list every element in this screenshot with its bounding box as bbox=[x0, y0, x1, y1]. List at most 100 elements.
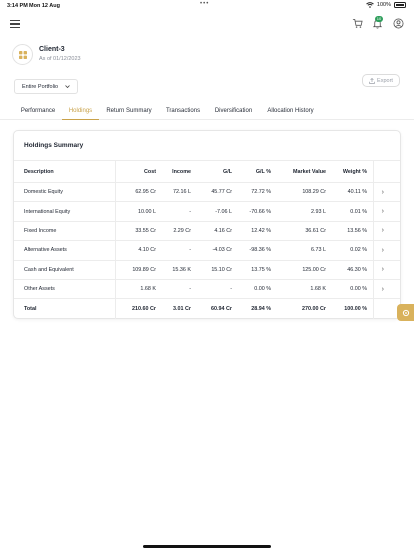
table-row[interactable]: Cash and Equivalent 109.89 Cr 15.36 K 15… bbox=[14, 259, 400, 279]
row-cost: 1.68 K bbox=[140, 286, 156, 293]
home-indicator bbox=[143, 545, 271, 548]
row-weight: 40.11 % bbox=[347, 189, 367, 196]
menu-icon[interactable] bbox=[10, 20, 20, 28]
notification-badge: 10 bbox=[375, 16, 383, 22]
row-gl-percent: -98.36 % bbox=[249, 247, 271, 254]
multitasking-dots-icon[interactable]: ••• bbox=[200, 1, 209, 7]
user-profile-icon[interactable] bbox=[393, 18, 404, 29]
row-gl: 15.10 Cr bbox=[211, 266, 232, 273]
row-description: Domestic Equity bbox=[24, 189, 63, 196]
floating-settings-button[interactable] bbox=[397, 304, 414, 321]
settings-icon bbox=[402, 309, 409, 316]
tab-allocation-history[interactable]: Allocation History bbox=[263, 102, 318, 120]
portfolio-dropdown[interactable]: Entire Portfolio bbox=[14, 79, 78, 94]
app-header: 10 bbox=[0, 12, 414, 36]
total-income: 3.01 Cr bbox=[173, 305, 191, 312]
row-gl: 45.77 Cr bbox=[211, 189, 232, 196]
holdings-summary-card: Holdings Summary Description Cost Income… bbox=[13, 130, 401, 319]
row-weight: 46.30 % bbox=[347, 266, 367, 273]
tab-return-summary[interactable]: Return Summary bbox=[103, 102, 155, 120]
row-income: - bbox=[189, 286, 191, 293]
col-header-cost: Cost bbox=[144, 168, 156, 175]
total-weight: 100.00 % bbox=[344, 305, 367, 312]
row-income: 15.36 K bbox=[172, 266, 191, 273]
battery-icon bbox=[394, 2, 406, 8]
row-gl-percent: 12.42 % bbox=[251, 227, 271, 234]
total-cost: 210.60 Cr bbox=[132, 305, 156, 312]
row-cost: 4.10 Cr bbox=[138, 247, 156, 254]
table-header-row: Description Cost Income G/L G/L % Market… bbox=[14, 160, 400, 182]
client-avatar bbox=[12, 44, 33, 65]
total-gl: 60.94 Cr bbox=[211, 305, 232, 312]
holdings-summary-title: Holdings Summary bbox=[24, 142, 84, 149]
row-description: Alternative Assets bbox=[24, 247, 67, 254]
client-as-of-date: As of 01/12/2023 bbox=[39, 56, 81, 62]
tab-diversification[interactable]: Diversification bbox=[210, 102, 257, 120]
tab-transactions[interactable]: Transactions bbox=[161, 102, 205, 120]
row-income: 72.16 L bbox=[173, 189, 191, 196]
row-gl-percent: 13.75 % bbox=[251, 266, 271, 273]
table-row[interactable]: Fixed Income 33.55 Cr 2.29 Cr 4.16 Cr 12… bbox=[14, 220, 400, 240]
row-market-value: 6.73 L bbox=[311, 247, 326, 254]
holdings-table: Description Cost Income G/L G/L % Market… bbox=[14, 160, 400, 318]
row-weight: 0.01 % bbox=[350, 208, 367, 215]
grid-icon bbox=[18, 50, 27, 59]
row-weight: 0.00 % bbox=[350, 286, 367, 293]
row-market-value: 108.29 Cr bbox=[302, 189, 326, 196]
status-bar: 3:14 PM Mon 12 Aug ••• 100% bbox=[0, 0, 414, 11]
chevron-right-icon[interactable]: › bbox=[382, 261, 384, 279]
tab-holdings[interactable]: Holdings bbox=[62, 102, 99, 120]
export-label: Export bbox=[377, 77, 393, 84]
col-header-gl-percent: G/L % bbox=[255, 168, 271, 175]
row-gl: -4.03 Cr bbox=[212, 247, 232, 254]
status-right: 100% bbox=[366, 2, 406, 8]
table-total-row: Total 210.60 Cr 3.01 Cr 60.94 Cr 28.94 %… bbox=[14, 298, 400, 317]
total-gl-percent: 28.94 % bbox=[251, 305, 271, 312]
tab-performance[interactable]: Performance bbox=[13, 102, 63, 120]
chevron-right-icon[interactable]: › bbox=[382, 183, 384, 201]
total-market-value: 270.00 Cr bbox=[302, 305, 326, 312]
row-cost: 62.95 Cr bbox=[135, 189, 156, 196]
chevron-right-icon[interactable]: › bbox=[382, 202, 384, 220]
row-income: 2.29 Cr bbox=[173, 227, 191, 234]
row-market-value: 36.61 Cr bbox=[305, 227, 326, 234]
status-date: Mon 12 Aug bbox=[29, 3, 60, 9]
row-market-value: 1.68 K bbox=[310, 286, 326, 293]
col-header-market-value: Market Value bbox=[293, 168, 326, 175]
row-gl-percent: 0.00 % bbox=[254, 286, 271, 293]
chevron-right-icon[interactable]: › bbox=[382, 222, 384, 240]
row-gl: 4.16 Cr bbox=[214, 227, 232, 234]
client-name: Client-3 bbox=[39, 46, 65, 53]
row-gl-percent: -70.66 % bbox=[249, 208, 271, 215]
row-description: Fixed Income bbox=[24, 227, 57, 234]
row-weight: 13.56 % bbox=[347, 227, 367, 234]
row-weight: 0.02 % bbox=[350, 247, 367, 254]
table-row[interactable]: Domestic Equity 62.95 Cr 72.16 L 45.77 C… bbox=[14, 182, 400, 201]
battery-percent: 100% bbox=[376, 2, 391, 8]
total-description: Total bbox=[24, 305, 37, 312]
col-header-weight: Weight % bbox=[342, 168, 367, 175]
row-description: Other Assets bbox=[24, 286, 55, 293]
export-icon bbox=[369, 77, 375, 84]
col-header-income: Income bbox=[172, 168, 191, 175]
row-market-value: 125.00 Cr bbox=[302, 266, 326, 273]
chevron-right-icon[interactable]: › bbox=[382, 241, 384, 259]
cart-icon[interactable] bbox=[352, 18, 363, 29]
row-description: Cash and Equivalent bbox=[24, 266, 74, 273]
chevron-down-icon bbox=[65, 85, 70, 89]
table-row[interactable]: International Equity 10.00 L - -7.06 L -… bbox=[14, 201, 400, 220]
table-row[interactable]: Alternative Assets 4.10 Cr - -4.03 Cr -9… bbox=[14, 240, 400, 259]
row-market-value: 2.93 L bbox=[311, 208, 326, 215]
export-button[interactable]: Export bbox=[362, 74, 400, 87]
row-gl: -7.06 L bbox=[215, 208, 232, 215]
row-gl-percent: 72.72 % bbox=[251, 189, 271, 196]
row-cost: 109.89 Cr bbox=[132, 266, 156, 273]
chevron-right-icon[interactable]: › bbox=[382, 280, 384, 298]
col-header-gl: G/L bbox=[223, 168, 232, 175]
col-header-description: Description bbox=[24, 168, 54, 175]
row-gl: - bbox=[230, 286, 232, 293]
tab-bar: Performance Holdings Return Summary Tran… bbox=[0, 102, 414, 120]
status-time: 3:14 PM bbox=[7, 3, 28, 9]
table-row[interactable]: Other Assets 1.68 K - - 0.00 % 1.68 K 0.… bbox=[14, 278, 400, 298]
portfolio-selected-value: Entire Portfolio bbox=[22, 83, 59, 90]
